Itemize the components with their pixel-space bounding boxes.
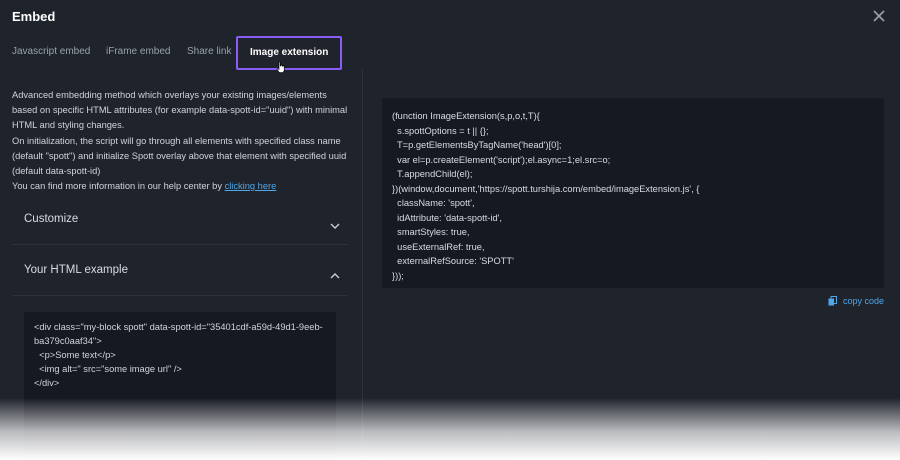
- help-center-link[interactable]: clicking here: [225, 181, 277, 191]
- script-code: (function ImageExtension(s,p,o,t,T){ s.s…: [392, 111, 700, 281]
- html-example-code-block: <div class="my-block spott" data-spott-i…: [24, 312, 336, 460]
- copy-code-button[interactable]: copy code: [828, 296, 884, 306]
- help-text: You can find more information in our hel…: [12, 181, 222, 191]
- html-example-section[interactable]: Your HTML example: [12, 249, 348, 296]
- tab-image-extension[interactable]: Image extension: [236, 36, 343, 70]
- dialog-title: Embed: [12, 9, 56, 24]
- description-paragraph-3: You can find more information in our hel…: [12, 179, 350, 194]
- description-paragraph-2: On initialization, the script will go th…: [12, 136, 347, 176]
- chevron-up-icon: [330, 266, 340, 284]
- copy-icon: [828, 296, 843, 306]
- tab-share-link[interactable]: Share link: [187, 46, 231, 57]
- panel-divider: [362, 70, 363, 460]
- tab-javascript-embed[interactable]: Javascript embed: [12, 46, 90, 57]
- customize-section[interactable]: Customize: [12, 198, 348, 245]
- customize-label: Customize: [24, 213, 79, 225]
- description-paragraph-1: Advanced embedding method which overlays…: [12, 90, 348, 130]
- chevron-down-icon: [330, 216, 340, 234]
- tab-iframe-embed[interactable]: iFrame embed: [106, 46, 170, 57]
- dialog-header: Embed: [0, 0, 900, 34]
- script-code-block: (function ImageExtension(s,p,o,t,T){ s.s…: [382, 98, 884, 288]
- close-icon[interactable]: [870, 7, 888, 25]
- tab-bar: Javascript embed iFrame embed Share link…: [0, 36, 900, 70]
- copy-code-label: copy code: [842, 296, 884, 306]
- html-example-label: Your HTML example: [24, 264, 128, 276]
- html-example-code: <div class="my-block spott" data-spott-i…: [34, 322, 323, 388]
